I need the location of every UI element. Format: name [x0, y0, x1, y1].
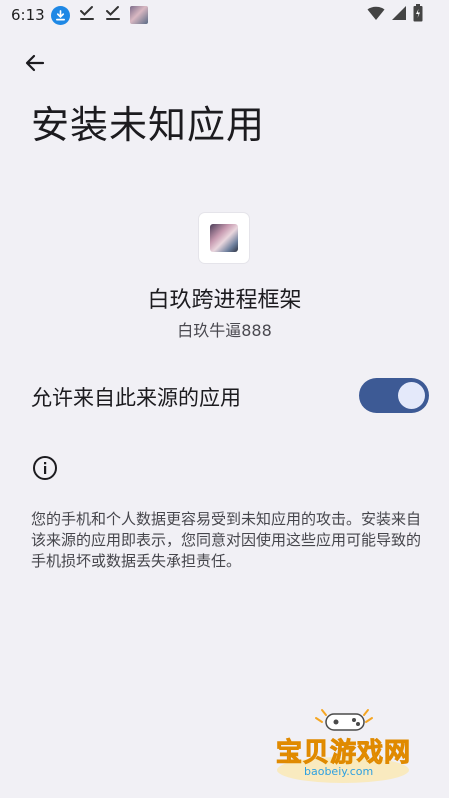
wifi-icon: [367, 5, 385, 25]
signal-icon: [391, 5, 407, 25]
allow-unknown-sources-row[interactable]: 允许来自此来源的应用: [0, 370, 449, 424]
status-bar: 6:13: [0, 0, 449, 30]
watermark-url: baobeiy.com: [304, 765, 374, 778]
check-icon: [78, 4, 96, 26]
allow-label: 允许来自此来源的应用: [31, 386, 241, 410]
battery-icon: [413, 4, 423, 26]
notification-icons: [51, 5, 148, 25]
watermark-text: 宝贝游戏网: [275, 738, 412, 769]
app-source: 白玖牛逼888: [177, 321, 272, 340]
security-warning-text: 您的手机和个人数据更容易受到未知应用的攻击。安装来自该来源的应用即表示，您同意对…: [31, 510, 422, 570]
allow-toggle-switch[interactable]: [359, 378, 429, 413]
back-button[interactable]: [20, 50, 50, 80]
app-thumbnail-icon: [130, 6, 148, 24]
toggle-knob: [398, 382, 425, 409]
system-icons: [367, 4, 423, 26]
download-icon: [51, 5, 70, 25]
arrow-back-icon: [23, 51, 47, 79]
app-icon-image: [210, 224, 238, 252]
check-icon: [104, 4, 122, 26]
app-name: 白玖跨进程框架: [147, 288, 302, 313]
app-icon: [199, 213, 249, 263]
watermark-logo: 宝贝游戏网 baobeiy.com: [268, 706, 418, 786]
status-time: 6:13: [11, 6, 45, 24]
info-icon: [32, 455, 58, 481]
page-title: 安装未知应用: [31, 103, 266, 147]
